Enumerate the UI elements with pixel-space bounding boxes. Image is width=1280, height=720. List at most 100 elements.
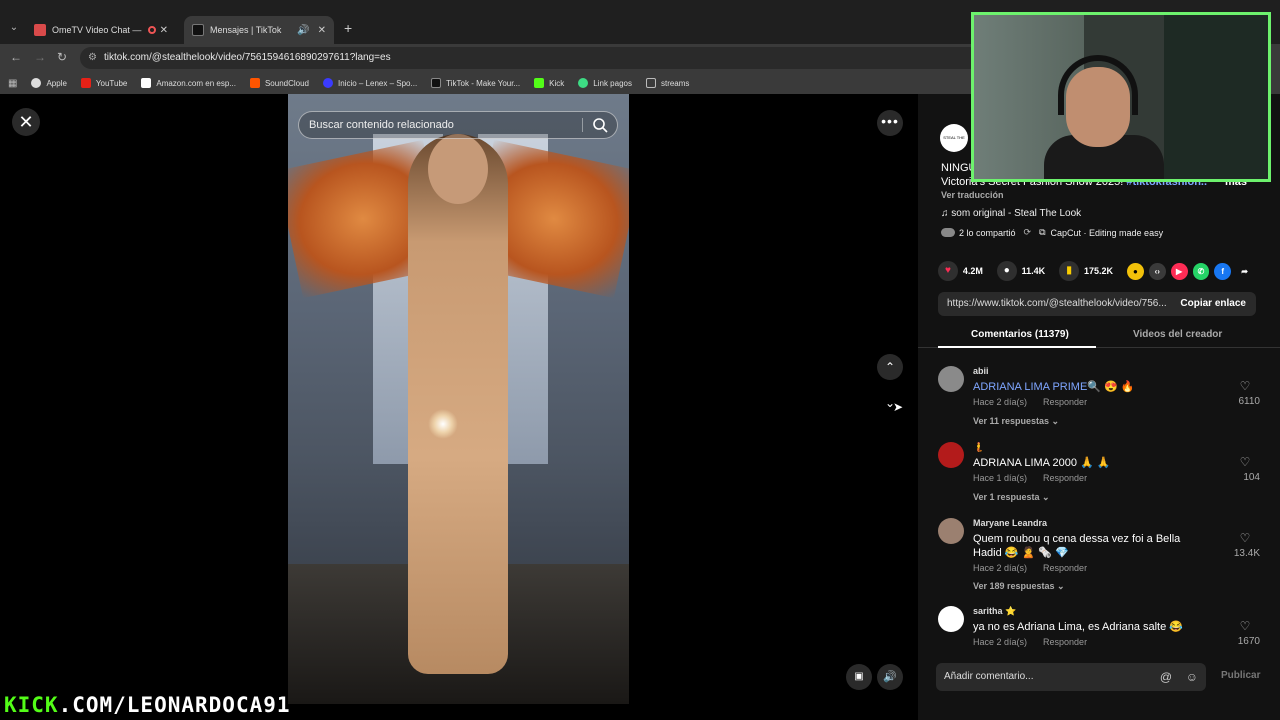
video-link-field[interactable]: https://www.tiktok.com/@stealthelook/vid…: [938, 292, 1256, 316]
bookmark-item[interactable]: streams: [645, 78, 689, 88]
apple-icon: [31, 78, 42, 88]
reply-button[interactable]: Responder: [1043, 563, 1087, 573]
music-link[interactable]: ♫ som original - Steal The Look: [941, 208, 1081, 219]
facebook-icon[interactable]: f: [1214, 262, 1232, 280]
comment-like-count: 6110: [1238, 396, 1260, 407]
spotify-icon: [323, 78, 333, 88]
link-pagos-icon: [578, 78, 589, 88]
model-figure: [408, 134, 508, 674]
forward-icon[interactable]: →: [34, 50, 46, 64]
embed-icon[interactable]: ‹›: [1148, 262, 1166, 280]
url-text: tiktok.com/@stealthelook/video/756159461…: [104, 52, 391, 63]
share-arrow-icon[interactable]: ➦: [1236, 263, 1253, 280]
tab-search-chevron-icon[interactable]: ⌄: [6, 20, 22, 36]
gift-icon[interactable]: ●: [1127, 262, 1144, 280]
video-player[interactable]: [288, 94, 629, 704]
divider: [582, 118, 583, 132]
capcut-link[interactable]: CapCut · Editing made easy: [1051, 228, 1164, 238]
back-icon[interactable]: ←: [10, 50, 22, 64]
reply-button[interactable]: Responder: [1043, 397, 1087, 407]
comment-author[interactable]: 🧜: [973, 442, 984, 453]
bookmark-item[interactable]: Apple: [31, 78, 67, 88]
view-replies-button[interactable]: Ver 11 respuestas ⌄: [973, 416, 1059, 427]
previous-video-button[interactable]: ⌃: [877, 354, 903, 380]
emoji-icon[interactable]: ☺: [1186, 663, 1198, 691]
avatar[interactable]: [938, 518, 964, 544]
comment-author[interactable]: saritha ⭐: [973, 606, 1016, 617]
tiktok-icon: [431, 78, 442, 88]
bookmark-item[interactable]: YouTube: [80, 78, 127, 88]
heart-icon[interactable]: ♥: [938, 261, 958, 281]
tiktok-video-page: ✕ Buscar contenido relacionado ••• ⌃ ⌄ ➤…: [0, 94, 1280, 720]
model-head: [428, 134, 488, 204]
send-icon[interactable]: ▶: [1170, 262, 1188, 280]
whatsapp-icon[interactable]: ✆: [1192, 262, 1210, 280]
kick-watermark: KICK.COM/LEONARDOCA91: [4, 693, 291, 717]
reply-button[interactable]: Responder: [1043, 637, 1087, 647]
bookmark-item[interactable]: Amazon.com en esp...: [141, 78, 236, 88]
tab-close-icon[interactable]: ✕: [160, 25, 168, 36]
comment-like-count: 1670: [1237, 636, 1260, 647]
folder-icon: [645, 78, 656, 88]
picture-in-picture-button[interactable]: ▣: [846, 664, 872, 690]
comment-meta: Hace 2 día(s) Responder: [973, 563, 1088, 573]
friends-avatars-icon: [941, 228, 955, 237]
tab-comments[interactable]: Comentarios (11379): [971, 329, 1069, 340]
publish-button[interactable]: Publicar: [1221, 670, 1260, 681]
avatar[interactable]: [938, 606, 964, 632]
comment-text: ya no es Adriana Lima, es Adriana salte …: [973, 621, 1183, 633]
comment-meta: Hace 2 día(s) Responder: [973, 637, 1088, 647]
reload-icon[interactable]: ↻: [57, 50, 67, 64]
avatar[interactable]: [938, 366, 964, 392]
tab-tiktok-messages[interactable]: Mensajes | TikTok 🔊 ✕: [184, 16, 334, 44]
new-tab-icon[interactable]: +: [344, 20, 352, 36]
avatar[interactable]: [938, 442, 964, 468]
copy-link-button[interactable]: Copiar enlace: [1180, 292, 1246, 316]
like-heart-icon[interactable]: ♡: [1230, 531, 1260, 545]
like-heart-icon[interactable]: ♡: [1230, 455, 1260, 469]
bookmark-icon[interactable]: ▮: [1059, 261, 1079, 281]
reply-button[interactable]: Responder: [1043, 473, 1087, 483]
comment-text: ADRIANA LIMA 2000 🙏 🙏: [973, 457, 1111, 469]
volume-button[interactable]: 🔊: [877, 664, 903, 690]
view-replies-button[interactable]: Ver 189 respuestas ⌄: [973, 581, 1065, 592]
bookmark-item[interactable]: TikTok - Make Your...: [431, 78, 520, 88]
bookmark-item[interactable]: Link pagos: [578, 78, 632, 88]
tab-creator-videos[interactable]: Videos del creador: [1133, 329, 1222, 340]
search-icon[interactable]: [591, 116, 609, 134]
shared-count[interactable]: 2 lo compartió: [959, 228, 1016, 238]
ometv-favicon-icon: [34, 24, 46, 36]
apps-grid-icon[interactable]: ▦: [8, 78, 17, 89]
comment-icon[interactable]: ●: [996, 261, 1017, 281]
add-comment-input[interactable]: Añadir comentario... @ ☺: [936, 663, 1206, 691]
like-heart-icon[interactable]: ♡: [1230, 619, 1260, 633]
comment-item: 🧜 ADRIANA LIMA 2000 🙏 🙏 Hace 1 día(s) Res…: [938, 442, 1260, 506]
like-heart-icon[interactable]: ♡: [1230, 379, 1260, 393]
search-placeholder: Buscar contenido relacionado: [309, 119, 454, 131]
comment-author[interactable]: Maryane Leandra: [973, 518, 1047, 528]
url-field[interactable]: ⚙ tiktok.com/@stealthelook/video/7561594…: [80, 47, 980, 69]
description-line: NINGU: [941, 162, 971, 174]
comment-author[interactable]: abii: [973, 366, 989, 376]
tab-title: Mensajes | TikTok: [210, 25, 282, 35]
translate-link[interactable]: Ver traducción: [941, 190, 1004, 200]
view-replies-button[interactable]: Ver 1 respuesta ⌄: [973, 492, 1050, 503]
tab-close-icon[interactable]: ✕: [318, 25, 326, 36]
bookmark-item[interactable]: Inicio – Lenex – Spo...: [323, 78, 417, 88]
comment-item: Maryane Leandra Quem roubou q cena dessa…: [938, 518, 1260, 594]
author-avatar[interactable]: STEAL THE LOOK: [940, 124, 968, 168]
comment-count: 11.4K: [1021, 266, 1046, 276]
site-info-icon[interactable]: ⚙: [88, 47, 97, 69]
close-video-button[interactable]: ✕: [12, 108, 40, 136]
bookmark-item[interactable]: Kick: [534, 78, 564, 88]
shared-info: 2 lo compartió ⟳ ⧉ CapCut · Editing made…: [941, 227, 1163, 238]
comment-meta: Hace 1 día(s) Responder: [973, 473, 1088, 483]
tab-ometv[interactable]: OmeTV Video Chat — Ome ✕: [26, 16, 176, 44]
related-search-input[interactable]: Buscar contenido relacionado: [298, 111, 618, 139]
mention-icon[interactable]: @: [1160, 663, 1172, 691]
comment-placeholder: Añadir comentario...: [944, 671, 1034, 682]
soundcloud-icon: [249, 78, 260, 88]
audio-playing-icon[interactable]: 🔊: [297, 25, 309, 36]
more-options-button[interactable]: •••: [877, 110, 903, 136]
bookmark-item[interactable]: SoundCloud: [249, 78, 309, 88]
